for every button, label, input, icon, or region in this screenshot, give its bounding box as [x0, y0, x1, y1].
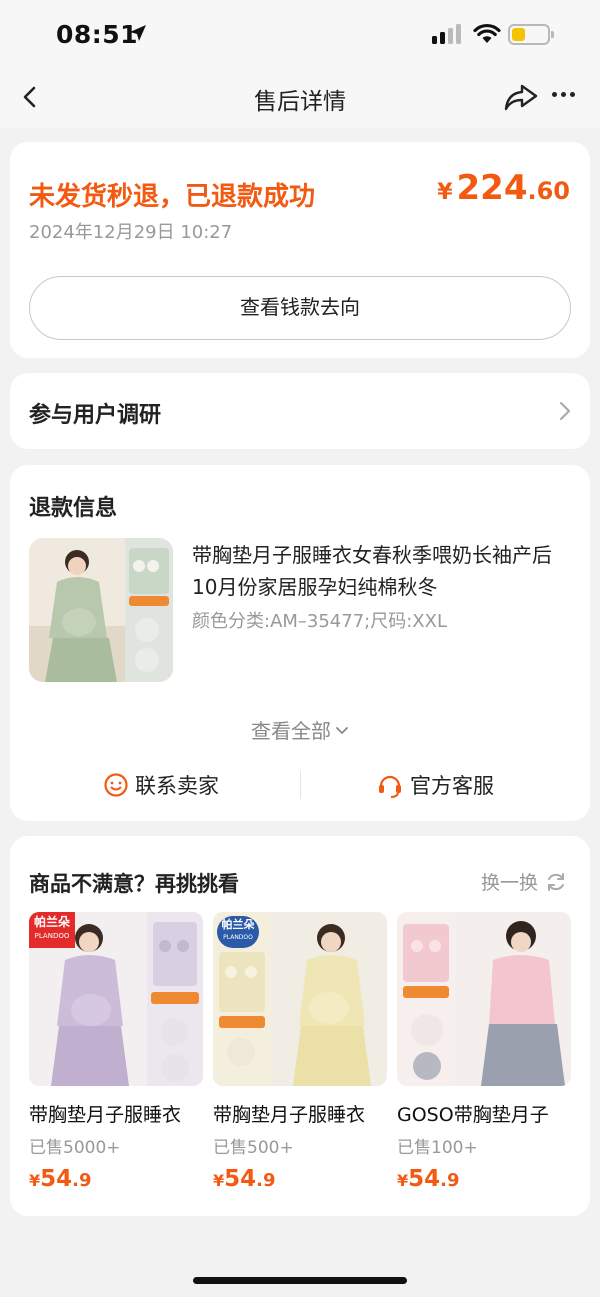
user-survey-row[interactable]: 参与用户调研: [10, 373, 590, 449]
refund-info-card: 退款信息 带胸垫月子服睡衣女春秋季喂奶长袖产后10月份家居服孕妇纯棉秋冬 颜色分…: [10, 465, 590, 821]
price-integer: 54: [40, 1166, 73, 1192]
price-decimal: .9: [440, 1170, 460, 1191]
contact-divider: [300, 771, 301, 799]
view-money-flow-button[interactable]: 查看钱款去向: [29, 276, 571, 340]
recommend-item[interactable]: 帕兰朵 PLANDOO 带胸垫月子服睡衣 已售500+ ¥54.9: [213, 912, 387, 1192]
recommendation-card: 商品不满意？再挑挑看 换一换 帕兰朵 PLANDOO 带胸垫月子服睡衣 已售50…: [10, 836, 590, 1216]
recommend-item[interactable]: 帕兰朵 PLANDOO 带胸垫月子服睡衣 已售5000+ ¥54.9: [29, 912, 203, 1192]
product-name[interactable]: 带胸垫月子服睡衣女春秋季喂奶长袖产后10月份家居服孕妇纯棉秋冬: [192, 539, 572, 603]
refund-currency: ¥: [437, 180, 453, 205]
recommendation-title: 商品不满意？再挑挑看: [29, 872, 239, 896]
location-arrow-icon: [130, 25, 146, 41]
brand-badge-text: 帕兰朵: [221, 918, 255, 931]
status-bar: 08:51: [0, 0, 600, 70]
recommend-item[interactable]: GOSO带胸垫月子 已售100+ ¥54.9: [397, 912, 571, 1192]
contact-row: 联系卖家 官方客服: [10, 767, 590, 803]
recommend-item-price: ¥54.9: [29, 1166, 203, 1192]
price-integer: 54: [224, 1166, 257, 1192]
refresh-label: 换一换: [480, 872, 538, 894]
product-spec: 颜色分类:AM–35477;尺码:XXL: [192, 611, 447, 632]
refresh-icon: [548, 872, 564, 891]
refund-amount-integer: 224: [456, 168, 528, 208]
refund-amount: ¥224.60: [437, 168, 570, 208]
brand-badge-text: 帕兰朵: [33, 915, 70, 929]
view-all-button[interactable]: 查看全部: [10, 715, 590, 744]
top-area: 08:51 售后详情: [0, 0, 600, 128]
price-decimal: .9: [72, 1170, 92, 1191]
chevron-down-icon: [336, 726, 348, 734]
status-time: 08:51: [56, 20, 139, 49]
refund-info-title: 退款信息: [29, 496, 118, 521]
product-thumbnail[interactable]: [29, 538, 173, 682]
refund-amount-decimal: .60: [527, 177, 570, 205]
recommend-item-price: ¥54.9: [213, 1166, 387, 1192]
price-currency: ¥: [29, 1171, 41, 1190]
recommend-item-name: 带胸垫月子服睡衣: [29, 1104, 182, 1126]
recommend-item-sold: 已售500+: [213, 1138, 294, 1158]
price-integer: 54: [408, 1166, 441, 1192]
refund-status-text: 未发货秒退，已退款成功: [29, 182, 316, 212]
contact-seller-button[interactable]: 联系卖家: [103, 767, 219, 803]
refresh-button[interactable]: 换一换: [481, 868, 568, 895]
battery-icon: [508, 24, 554, 45]
price-currency: ¥: [213, 1171, 225, 1190]
wifi-icon: [473, 23, 501, 43]
more-icon[interactable]: [552, 92, 575, 97]
cellular-signal-icon: [432, 24, 461, 44]
recommend-item-sold: 已售100+: [397, 1138, 478, 1158]
view-all-label: 查看全部: [251, 719, 331, 743]
refund-time: 2024年12月29日 10:27: [29, 222, 233, 243]
recommend-item-image: 帕兰朵 PLANDOO: [29, 912, 203, 1086]
recommend-item-price: ¥54.9: [397, 1166, 571, 1192]
recommend-item-name: GOSO带胸垫月子: [397, 1104, 549, 1126]
survey-label: 参与用户调研: [29, 403, 162, 428]
chevron-right-icon: [559, 401, 571, 421]
official-service-button[interactable]: 官方客服: [376, 767, 494, 803]
nav-bar: 售后详情: [0, 70, 600, 126]
home-indicator[interactable]: [193, 1277, 407, 1284]
headset-icon: [379, 775, 401, 798]
recommend-item-image: 帕兰朵 PLANDOO: [213, 912, 387, 1086]
price-decimal: .9: [256, 1170, 276, 1191]
price-currency: ¥: [397, 1171, 409, 1190]
official-service-label: 官方客服: [410, 774, 494, 798]
brand-badge-text-en: PLANDOO: [223, 934, 253, 941]
recommend-item-sold: 已售5000+: [29, 1138, 121, 1158]
recommend-item-name: 带胸垫月子服睡衣: [213, 1104, 366, 1126]
brand-badge-text-en: PLANDOO: [34, 932, 70, 940]
contact-seller-label: 联系卖家: [135, 774, 219, 798]
recommend-item-image: [397, 912, 571, 1086]
share-icon[interactable]: [503, 82, 539, 112]
seller-face-icon: [104, 773, 128, 797]
refund-status-card: 未发货秒退，已退款成功 2024年12月29日 10:27 ¥224.60 查看…: [10, 142, 590, 358]
